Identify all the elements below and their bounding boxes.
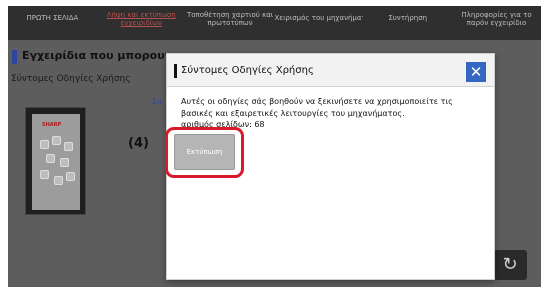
nav-download-print[interactable]: Λήψη και εκτύπωση εγχειριδίων (97, 6, 186, 40)
print-button[interactable]: Εκτύπωση (174, 134, 235, 170)
close-icon[interactable]: ✕ (466, 62, 486, 82)
dialog-description: Αυτές οι οδηγίες σάς βοηθούν να ξεκινήσε… (181, 97, 453, 118)
dialog-title: Σύντομες Οδηγίες Χρήσης (181, 65, 314, 76)
hex-icon (64, 142, 73, 151)
manual-subtitle: Σύντομες Οδηγίες Χρήσης (11, 74, 131, 84)
dialog-header: Σύντομες Οδηγίες Χρήσης ✕ (167, 54, 494, 87)
nav-about-manual[interactable]: Πληροφορίες για το παρόν εγχειρίδιο (452, 6, 541, 40)
nav-operation[interactable]: Χειρισμός του μηχανήματος (274, 6, 363, 40)
manual-link[interactable]: Συ (152, 97, 162, 106)
manual-thumbnail[interactable]: SHARP (25, 107, 86, 215)
hex-icon (52, 136, 61, 145)
hex-icon (66, 172, 75, 181)
screen: ΠΡΩΤΗ ΣΕΛΙΔΑ Λήψη και εκτύπωση εγχειριδί… (0, 0, 549, 293)
brand-logo: SHARP (42, 122, 62, 128)
step-label: (4) (128, 136, 149, 151)
hex-icon (46, 154, 55, 163)
nav-maintenance[interactable]: Συντήρηση (363, 6, 452, 40)
hex-icon (60, 158, 69, 167)
hex-icon (54, 176, 63, 185)
title-accent-bar (12, 50, 17, 64)
hex-icon (40, 170, 49, 179)
hex-icon (40, 140, 49, 149)
back-icon[interactable]: ↻ (493, 250, 527, 280)
top-navigation: ΠΡΩΤΗ ΣΕΛΙΔΑ Λήψη και εκτύπωση εγχειριδί… (8, 6, 541, 40)
dialog-title-bar (174, 64, 177, 78)
nav-paper-originals[interactable]: Τοποθέτηση χαρτιού και πρωτοτύπων (186, 6, 275, 40)
thumbnail-page: SHARP (32, 114, 80, 210)
nav-home[interactable]: ΠΡΩΤΗ ΣΕΛΙΔΑ (8, 6, 97, 40)
